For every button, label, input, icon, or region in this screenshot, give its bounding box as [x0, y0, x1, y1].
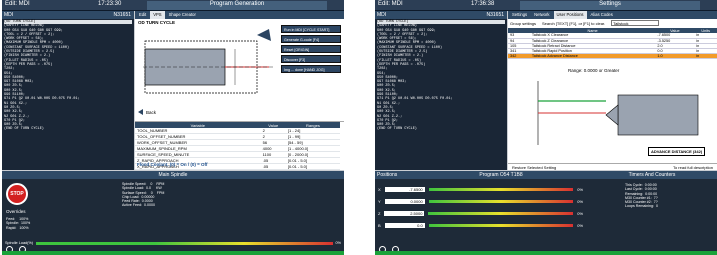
load-value: 0% — [335, 241, 342, 245]
restore-setting-button[interactable]: Restore Selected Setting — [512, 164, 556, 170]
tab-settings[interactable]: Settings — [509, 11, 530, 19]
axis-load-bar — [428, 211, 574, 215]
load-label: Spindle Load(%) — [5, 241, 34, 245]
range-text: Range: 0.0000 or Greater — [568, 68, 620, 73]
spindle-info: Spindle Speed: 0 RPM Spindle Load: 0.0 K… — [122, 182, 165, 208]
cycle-image: OD TURN CYCLE Run in MDI [CYCLE START] G… — [135, 19, 344, 122]
right-screen: Edit: MDI 17:36:38 Settings MDI N31651 (O… — [375, 0, 717, 255]
clock: 17:36:38 — [471, 1, 495, 7]
axis-load: 0% — [577, 222, 583, 228]
tab-user-positions[interactable]: User Positions — [553, 11, 587, 19]
back-arrow-icon — [138, 109, 143, 115]
axis-row: X -7.6500 0% — [378, 183, 583, 195]
axis-value: 2.5000 — [384, 210, 425, 216]
load-gradient — [36, 241, 333, 245]
program-title: Program O54 T1B8 — [479, 172, 523, 178]
tab-edit[interactable]: Edit — [136, 11, 149, 19]
screen-title: Settings — [520, 1, 700, 10]
group-settings-label[interactable]: Group settings — [510, 21, 536, 26]
timer-row: Loops Remaining: 0 — [625, 204, 658, 209]
status-bar — [2, 251, 344, 255]
axis-name: Z — [378, 210, 381, 216]
spindle-load-bar: Spindle Load(%) 0% — [2, 240, 344, 246]
program-label: MDI — [4, 12, 14, 18]
cycle-title: OD TURN CYCLE — [138, 20, 175, 25]
tab-bar: Settings Network User Positions Alias Codes — [508, 11, 717, 19]
advance-distance-label: ADVANCE DISTANCE (342) — [648, 147, 706, 156]
table-cell: in — [694, 53, 717, 59]
discover-button[interactable]: Discover [F3] — [281, 55, 341, 63]
axis-load: 0% — [577, 198, 583, 204]
code-line: (END OF TURN CYCLE) — [377, 127, 417, 132]
search-hint: Search [TEXT] [F1], or [F1] to clear. — [542, 20, 606, 26]
image-done-button[interactable]: Img ... done [HAND JOG] — [281, 65, 341, 73]
table-cell: 342 — [508, 53, 530, 59]
program-number: N31651 — [113, 12, 131, 18]
axis-load: 0% — [577, 210, 583, 216]
settings-panel: Settings Network User Positions Alias Codes… — [508, 11, 717, 170]
axis-name: Y — [378, 198, 381, 204]
top-bar: Edit: MDI 17:23:30 Program Generation — [2, 0, 344, 11]
code-listing[interactable]: (OD TURN CYCLE) (SAFETY LINE BELOW) G00 G5… — [2, 19, 134, 169]
axis-load-bar — [428, 223, 574, 227]
spindle-pane: Main Spindle STOP Overrides Spindle Spee… — [2, 171, 344, 255]
tab-bar: Edit VPS Shape Creator — [135, 11, 344, 19]
search-input[interactable]: Tailstock — [611, 20, 660, 26]
turn-diagram — [143, 29, 273, 94]
tailstock-diagram — [537, 81, 699, 145]
table-cell: 1.0 — [655, 53, 695, 59]
spindle-title: Main Spindle — [2, 171, 344, 179]
axis-value: 0.0000 — [384, 198, 425, 204]
tab-vps[interactable]: VPS — [150, 11, 165, 19]
search-row: Group settings Search [TEXT] [F1], or [F… — [510, 20, 660, 26]
clock: 17:23:30 — [98, 1, 122, 7]
overrides-label: Overrides — [6, 209, 26, 214]
back-button[interactable]: Back — [138, 109, 156, 115]
axis-row: B 0.0 0% — [378, 219, 583, 231]
timer-row: Last Cycle: 0:00:00 — [625, 187, 657, 192]
table-row[interactable]: 342 Tailstock Advance Distance 1.0 in — [508, 53, 717, 59]
edit-mode-label: Edit: MDI — [378, 1, 403, 7]
timers-list: This Cycle: 0:00:00 Last Cycle: 0:00:00 Re… — [625, 183, 658, 209]
full-description-link[interactable]: To read full description — [673, 164, 713, 170]
axis-load-bar — [428, 199, 574, 203]
positions-title: Positions — [377, 172, 398, 178]
code-listing[interactable]: (OD TURN CYCLE) (SAFETY LINE BELOW) G00 G5… — [375, 19, 507, 169]
axis-load: 0% — [577, 186, 583, 192]
vps-panel: Edit VPS Shape Creator OD TURN CYCLE Run i… — [135, 11, 344, 170]
left-screen: Edit: MDI 17:23:30 Program Generation MD… — [2, 0, 344, 255]
settings-table[interactable]: Name Value Units 93 Tailstock X Clearance -7.… — [508, 28, 717, 59]
run-in-mdi-button[interactable]: Run in MDI [CYCLE START] — [281, 25, 341, 33]
axis-row: Z 2.5000 0% — [378, 207, 583, 219]
program-pane[interactable]: MDI N31651 (OD TURN CYCLE) (SAFETY LINE BE… — [375, 11, 507, 170]
screen-title: Program Generation — [147, 1, 327, 10]
code-line: (END OF TURN CYCLE) — [4, 127, 44, 132]
axes-list: X -7.6500 0% Y 0.0000 0% Z 2.5000 0% B 0.0 0% — [378, 183, 583, 231]
status-bar — [375, 251, 717, 255]
table-cell: Tailstock Advance Distance — [529, 53, 656, 59]
program-label: MDI — [377, 12, 387, 18]
axis-row: Y 0.0000 0% — [378, 195, 583, 207]
axis-name: X — [378, 186, 381, 192]
positions-pane: Positions Program O54 T1B8 Timers And Co… — [375, 171, 717, 255]
top-bar: Edit: MDI 17:36:38 Settings — [375, 0, 717, 11]
axis-value: -7.6500 — [384, 186, 425, 192]
override-values: Feed: 100% Spindle: 100% Rapid: 100% — [6, 217, 31, 230]
program-pane[interactable]: MDI N31651 (OD TURN CYCLE) (SAFETY LINE BE… — [2, 11, 134, 170]
program-number: N31651 — [486, 12, 504, 18]
axis-load-bar — [428, 187, 574, 191]
tab-shape-creator[interactable]: Shape Creator — [166, 11, 199, 19]
axis-name: B — [378, 222, 381, 228]
edit-mode-label: Edit: MDI — [5, 1, 30, 7]
tab-alias-codes[interactable]: Alias Codes — [588, 11, 616, 19]
generate-gcode-button[interactable]: Generate G-code [F4] — [281, 35, 341, 43]
reset-button[interactable]: Reset [ORIGIN] — [281, 45, 341, 53]
axis-value: 0.0 — [384, 222, 425, 228]
variable-description: Flood Coolant, (0) = On / (0) = Off — [137, 162, 208, 167]
tab-network[interactable]: Network — [531, 11, 552, 19]
timers-title: Timers And Counters — [628, 172, 676, 178]
stop-icon: STOP — [6, 183, 28, 205]
